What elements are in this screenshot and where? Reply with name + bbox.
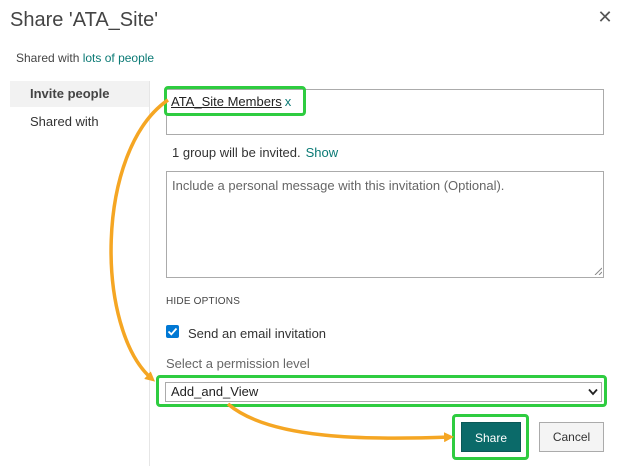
shared-with-link[interactable]: lots of people: [83, 51, 154, 65]
sidebar: Invite people Shared with: [10, 81, 149, 453]
invited-count-text: 1 group will be invited.: [172, 145, 301, 160]
recipient-name[interactable]: ATA_Site Members: [171, 94, 282, 109]
send-email-checkbox[interactable]: [166, 325, 179, 338]
show-link[interactable]: Show: [306, 145, 339, 160]
recipient-chip: ATA_Site Members x: [171, 94, 291, 109]
sidebar-item-invite-people[interactable]: Invite people: [10, 81, 149, 107]
checkmark-icon: [167, 327, 178, 336]
shared-with-line: Shared with lots of people: [16, 51, 154, 65]
invited-summary: 1 group will be invited. Show: [172, 145, 338, 160]
share-button[interactable]: Share: [461, 422, 521, 452]
permission-level-label: Select a permission level: [166, 356, 310, 371]
dialog-title: Share 'ATA_Site': [10, 9, 159, 31]
cancel-button[interactable]: Cancel: [539, 422, 604, 452]
arrow-permission-to-share: [226, 402, 454, 443]
personal-message-field[interactable]: [166, 171, 604, 278]
close-icon[interactable]: ✕: [592, 4, 618, 30]
shared-with-prefix: Shared with: [16, 51, 80, 65]
permission-level-value: Add_and_View: [171, 384, 259, 399]
resize-grip-icon[interactable]: [594, 267, 602, 275]
send-email-label: Send an email invitation: [188, 326, 327, 341]
chevron-down-icon: [588, 388, 598, 396]
sidebar-item-shared-with[interactable]: Shared with: [10, 109, 149, 135]
hide-options-toggle[interactable]: HIDE OPTIONS: [166, 296, 240, 307]
remove-recipient-icon[interactable]: x: [285, 94, 292, 109]
sidebar-divider: [149, 81, 150, 466]
permission-level-select[interactable]: Add_and_View: [165, 382, 602, 402]
